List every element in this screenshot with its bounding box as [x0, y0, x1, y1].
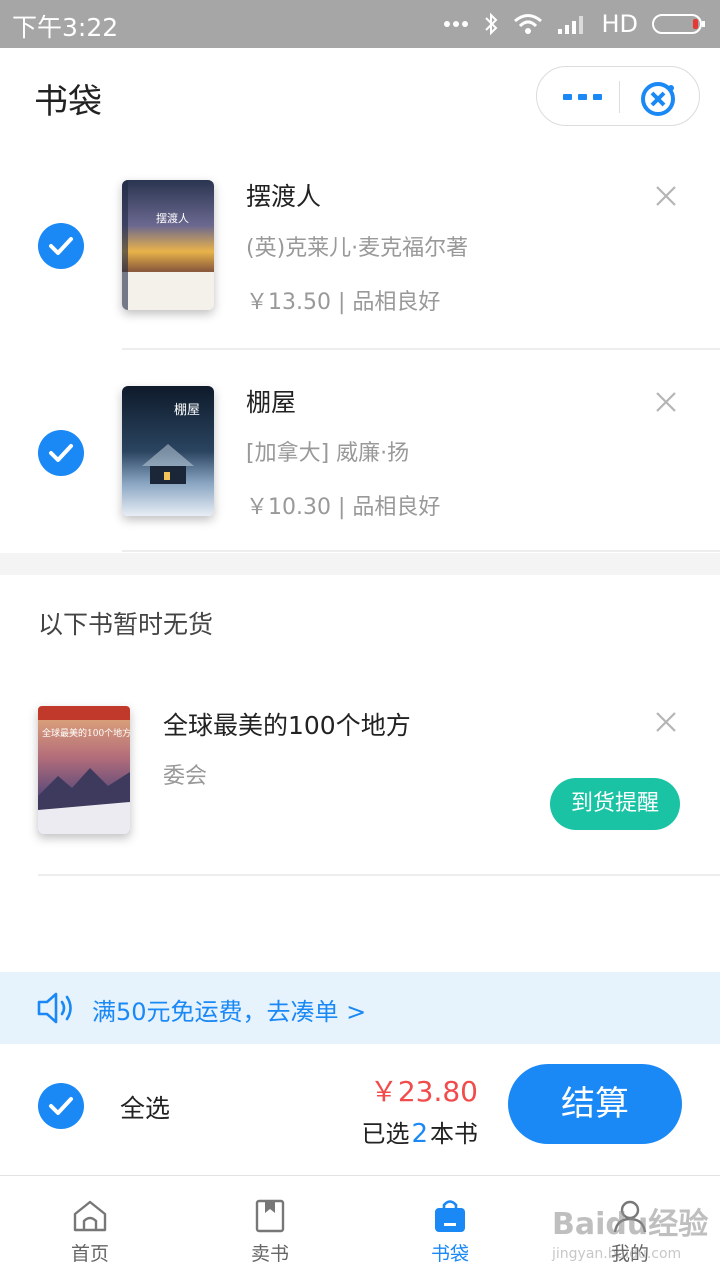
baidu-jingyan-watermark: Baidu经验 jingyan.baidu.com [551, 1207, 708, 1262]
free-shipping-promo[interactable]: 满50元免运费，去凑单 > [0, 972, 720, 1044]
item-divider [122, 550, 720, 552]
watermark-subtext: jingyan.baidu.com [551, 1246, 681, 1262]
tab-label: 书袋 [430, 1243, 469, 1265]
book-author: 委会 [163, 764, 208, 789]
header: 书袋 [0, 48, 720, 144]
selected-count-text: 已选 2 本书 [361, 1114, 478, 1149]
tab-book-bag[interactable]: 书袋 [360, 1177, 540, 1280]
tab-sell-books[interactable]: 卖书 [180, 1177, 360, 1280]
checkmark-icon [49, 1097, 73, 1115]
tab-home[interactable]: 首页 [0, 1177, 180, 1280]
selected-prefix: 已选 [361, 1120, 410, 1148]
selected-count: 2 [411, 1119, 428, 1149]
cart-item: 棚屋 棚屋 [加拿大] 威廉·扬 ￥10.30 | 品相良好 [0, 350, 720, 556]
notify-arrival-button[interactable]: 到货提醒 [550, 778, 680, 830]
cover-image: 摆渡人 [122, 180, 214, 310]
bag-icon [435, 1200, 465, 1232]
book-cover[interactable]: 全球最美的100个地方 [38, 706, 130, 834]
section-spacer [0, 553, 720, 575]
item-divider [38, 874, 720, 876]
more-menu-icon[interactable] [563, 89, 603, 105]
book-cover[interactable]: 棚屋 [122, 386, 214, 516]
cover-title-text: 棚屋 [174, 403, 200, 418]
home-icon [73, 1200, 107, 1232]
cover-image: 棚屋 [122, 386, 214, 516]
close-mini-program-icon[interactable] [638, 79, 678, 119]
book-price-condition: ￥10.30 | 品相良好 [246, 495, 441, 520]
more-dots-icon [444, 21, 469, 27]
remove-item-icon[interactable] [654, 390, 678, 414]
promo-text: 满50元免运费，去凑单 > [92, 998, 367, 1026]
speaker-icon [37, 992, 72, 1024]
wifi-icon [514, 14, 543, 34]
book-title: 棚屋 [246, 388, 297, 417]
checkout-button[interactable]: 结算 [508, 1064, 682, 1144]
cover-title-text: 摆渡人 [156, 211, 189, 225]
remove-item-icon[interactable] [654, 184, 678, 208]
status-icons: HD [443, 8, 706, 40]
cover-title-text: 全球最美的100个地方 [42, 727, 130, 739]
book-icon [255, 1199, 285, 1233]
book-author: (英)克莱儿·麦克福尔著 [246, 236, 469, 261]
item-checkbox[interactable] [38, 223, 84, 269]
checkout-bar: 全选 ￥23.80 已选 2 本书 结算 [0, 1044, 720, 1176]
remove-item-icon[interactable] [654, 710, 678, 734]
book-price-condition: ￥13.50 | 品相良好 [246, 290, 441, 315]
mini-program-capsule [536, 66, 700, 126]
select-all-checkbox[interactable] [38, 1083, 84, 1129]
status-time: 下午3:22 [12, 13, 119, 42]
book-author: [加拿大] 威廉·扬 [246, 441, 410, 466]
network-type: HD [601, 10, 638, 38]
item-checkbox[interactable] [38, 430, 84, 476]
status-bar: 下午3:22 HD [0, 0, 720, 48]
bluetooth-icon [485, 12, 498, 36]
checkmark-icon [49, 237, 73, 255]
watermark-text: Baidu经验 [552, 1207, 708, 1242]
book-title: 摆渡人 [246, 182, 322, 211]
battery-icon [652, 14, 705, 34]
cover-image: 全球最美的100个地方 [38, 706, 130, 834]
selected-suffix: 本书 [430, 1120, 478, 1148]
checkmark-icon [49, 444, 73, 462]
book-cover[interactable]: 摆渡人 [122, 180, 214, 310]
page-title: 书袋 [34, 82, 102, 122]
book-title: 全球最美的100个地方 [163, 711, 411, 740]
capsule-divider [619, 81, 620, 113]
out-of-stock-heading: 以下书暂时无货 [38, 610, 214, 639]
signal-icon [558, 16, 584, 34]
select-all-label[interactable]: 全选 [120, 1089, 170, 1125]
total-price: ￥23.80 [369, 1075, 478, 1108]
tab-label: 首页 [70, 1243, 109, 1265]
cart-item: 摆渡人 摆渡人 (英)克莱儿·麦克福尔著 ￥13.50 | 品相良好 [0, 144, 720, 350]
tab-label: 卖书 [250, 1243, 289, 1265]
